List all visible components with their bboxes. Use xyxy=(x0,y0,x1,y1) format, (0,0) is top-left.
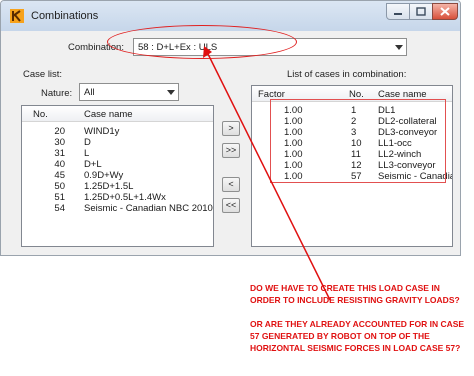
annotation-line: 57 GENERATED BY ROBOT ON TOP OF THE xyxy=(250,331,430,341)
annotation-line: OR ARE THEY ALREADY ACCOUNTED FOR IN CAS… xyxy=(250,319,465,329)
annotation-line: ORDER TO INCLUDE RESISTING GRAVITY LOADS… xyxy=(250,295,460,305)
annotation-line: DO WE HAVE TO CREATE THIS LOAD CASE IN xyxy=(250,283,440,293)
annotation-line: HORIZONTAL SEISMIC FORCES IN LOAD CASE 5… xyxy=(250,343,461,353)
